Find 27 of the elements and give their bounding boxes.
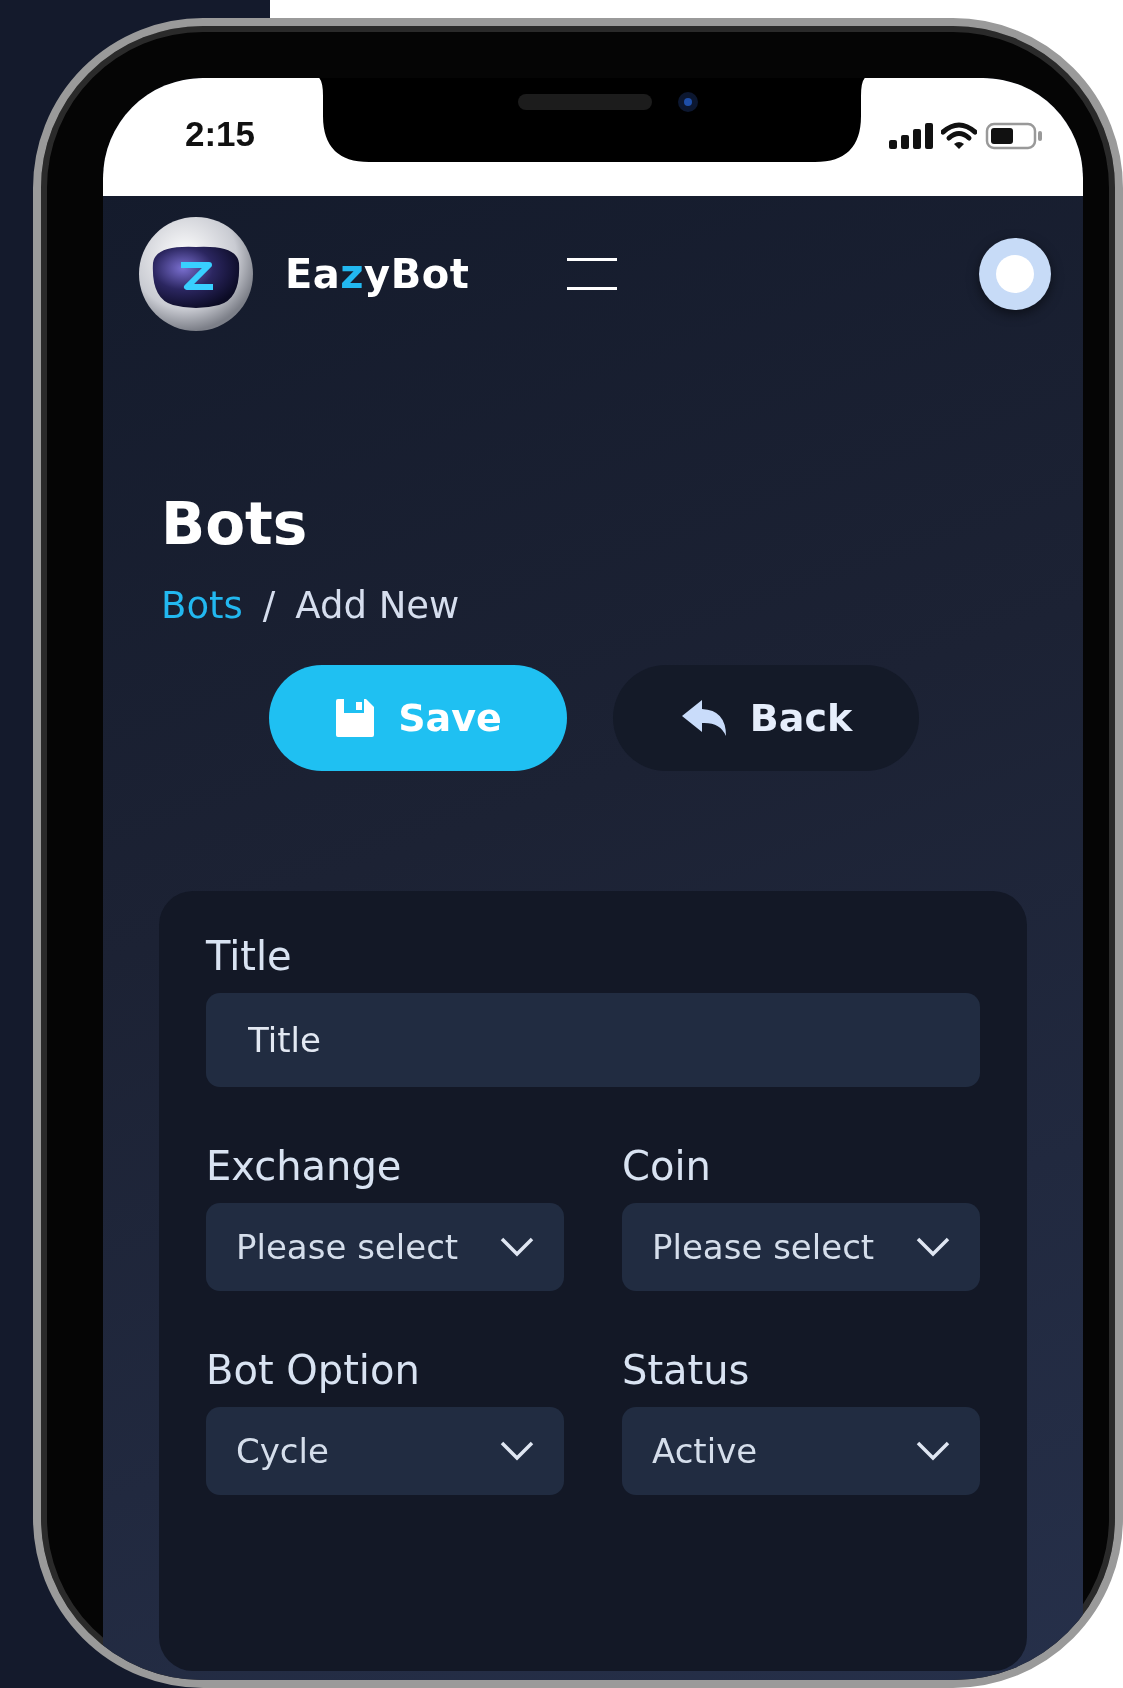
breadcrumb-link[interactable]: Bots: [161, 584, 243, 627]
breadcrumb-separator: /: [262, 584, 276, 627]
robot-logo-icon: [137, 215, 255, 333]
signal-icon: [889, 123, 933, 149]
field-label: Coin: [622, 1143, 712, 1189]
menu-icon[interactable]: [567, 256, 618, 292]
chevron-down-icon: [500, 1237, 534, 1257]
select-field[interactable]: Please select: [622, 1203, 980, 1291]
field-label: Title: [206, 933, 293, 979]
chevron-down-icon: [916, 1237, 950, 1257]
breadcrumb-current: Add New: [295, 584, 460, 627]
brand-name: EazyBot: [285, 251, 470, 297]
field-label: Exchange: [206, 1143, 403, 1189]
wifi-icon: [941, 122, 977, 150]
select-field[interactable]: Please select: [206, 1203, 564, 1291]
page-title: Bots: [161, 490, 309, 558]
chevron-down-icon: [500, 1441, 534, 1461]
battery-icon: [985, 122, 1043, 150]
text-field[interactable]: Title: [206, 993, 980, 1087]
select-field[interactable]: Cycle: [206, 1407, 564, 1495]
select-field[interactable]: Active: [622, 1407, 980, 1495]
back-button[interactable]: Back: [613, 665, 919, 771]
chevron-down-icon: [916, 1441, 950, 1461]
field-label: Bot Option: [206, 1347, 421, 1393]
save-icon: [334, 697, 377, 739]
field-label: Status: [622, 1347, 751, 1393]
clock-time: 2:15: [185, 114, 256, 154]
